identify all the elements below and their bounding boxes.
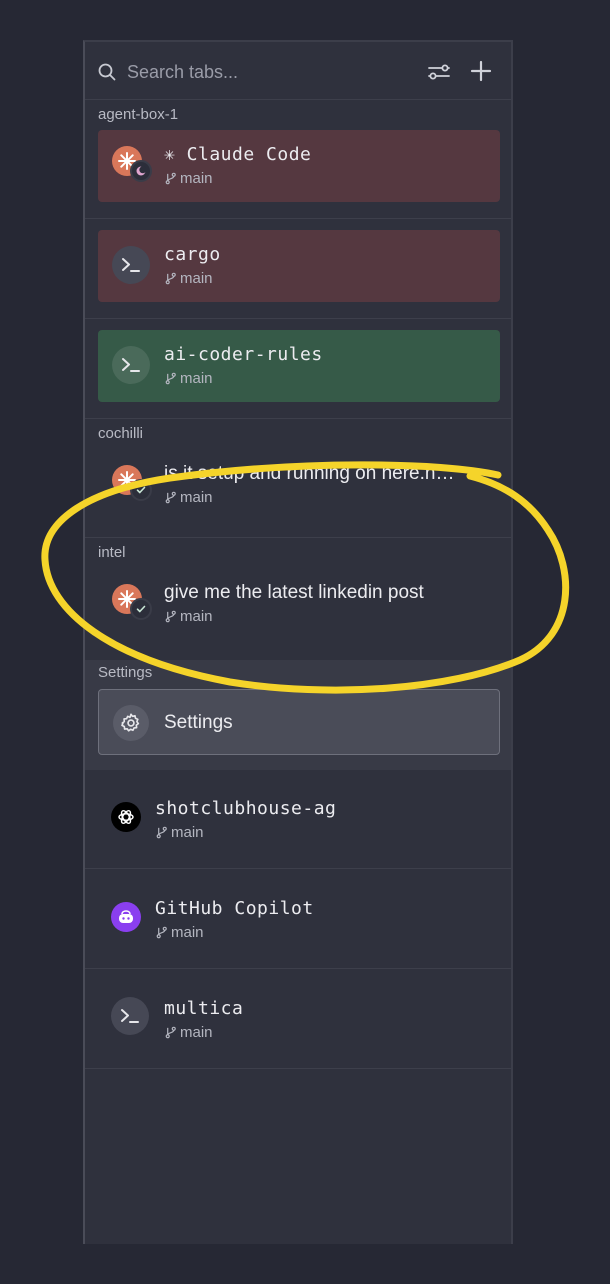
tabs-sidebar: agent-box-1 ✳ Claude Code main cargo mai… (83, 40, 513, 1244)
branch-name: main (171, 824, 204, 841)
tab-shotclubhouse-ag[interactable]: shotclubhouse-ag main (85, 770, 511, 870)
terminal-icon (112, 246, 150, 284)
tab-setup-running[interactable]: is it setup and running on here.now? mai… (98, 449, 500, 521)
branch-name: main (180, 270, 213, 287)
divider (85, 1068, 511, 1069)
new-tab-plus-icon[interactable] (469, 59, 493, 83)
tab-title: ai-coder-rules (164, 344, 323, 365)
branch-name: main (180, 370, 213, 387)
divider (85, 218, 511, 219)
git-branch-icon (165, 372, 176, 385)
tab-title: is it setup and running on here.now? (164, 463, 460, 484)
moon-status-icon (130, 160, 152, 182)
divider (85, 868, 511, 869)
tab-title: ✳ Claude Code (164, 144, 312, 165)
branch-name: main (180, 608, 213, 625)
terminal-icon (112, 346, 150, 384)
check-icon (130, 598, 152, 620)
git-branch-icon (165, 172, 176, 185)
branch-name: main (180, 489, 213, 506)
branch-label: main (164, 608, 213, 625)
tab-title: cargo (164, 244, 221, 265)
search-input[interactable] (125, 57, 419, 87)
gear-icon (113, 705, 149, 741)
tab-title: give me the latest linkedin post (164, 582, 424, 603)
tab-title: multica (164, 998, 244, 1019)
branch-label: main (164, 370, 213, 387)
branch-label: main (164, 489, 213, 506)
tab-claude-code[interactable]: ✳ Claude Code main (98, 130, 500, 202)
openai-icon (111, 802, 141, 832)
tab-title: shotclubhouse-ag (155, 798, 337, 819)
tab-github-copilot[interactable]: GitHub Copilot main (85, 870, 511, 970)
tab-multica[interactable]: multica main (85, 970, 511, 1070)
branch-label: main (164, 1024, 213, 1041)
branch-name: main (180, 1024, 213, 1041)
copilot-icon (111, 902, 141, 932)
terminal-icon (111, 997, 149, 1035)
group-label-settings: Settings (98, 664, 153, 681)
search-icon (98, 63, 116, 81)
group-label-agent-box: agent-box-1 (98, 106, 179, 123)
git-branch-icon (156, 926, 167, 939)
branch-label: main (155, 824, 204, 841)
tab-cargo[interactable]: cargo main (98, 230, 500, 302)
group-label-intel: intel (98, 544, 126, 561)
divider (85, 318, 511, 319)
divider (85, 418, 511, 419)
settings-label: Settings (164, 712, 233, 733)
branch-name: main (180, 170, 213, 187)
search-bar (85, 42, 511, 100)
tab-linkedin-post[interactable]: give me the latest linkedin post main (98, 568, 500, 640)
branch-label: main (164, 270, 213, 287)
git-branch-icon (165, 1026, 176, 1039)
settings-section: Settings Settings (85, 660, 511, 770)
git-branch-icon (156, 826, 167, 839)
divider (85, 537, 511, 538)
filter-sliders-icon[interactable] (427, 60, 451, 84)
git-branch-icon (165, 272, 176, 285)
settings-button[interactable]: Settings (98, 689, 500, 755)
branch-name: main (171, 924, 204, 941)
divider (85, 968, 511, 969)
group-label-cochilli: cochilli (98, 425, 144, 442)
tab-title: GitHub Copilot (155, 898, 314, 919)
branch-label: main (164, 170, 213, 187)
branch-label: main (155, 924, 204, 941)
check-icon (130, 479, 152, 501)
git-branch-icon (165, 491, 176, 504)
tab-ai-coder-rules[interactable]: ai-coder-rules main (98, 330, 500, 402)
git-branch-icon (165, 610, 176, 623)
